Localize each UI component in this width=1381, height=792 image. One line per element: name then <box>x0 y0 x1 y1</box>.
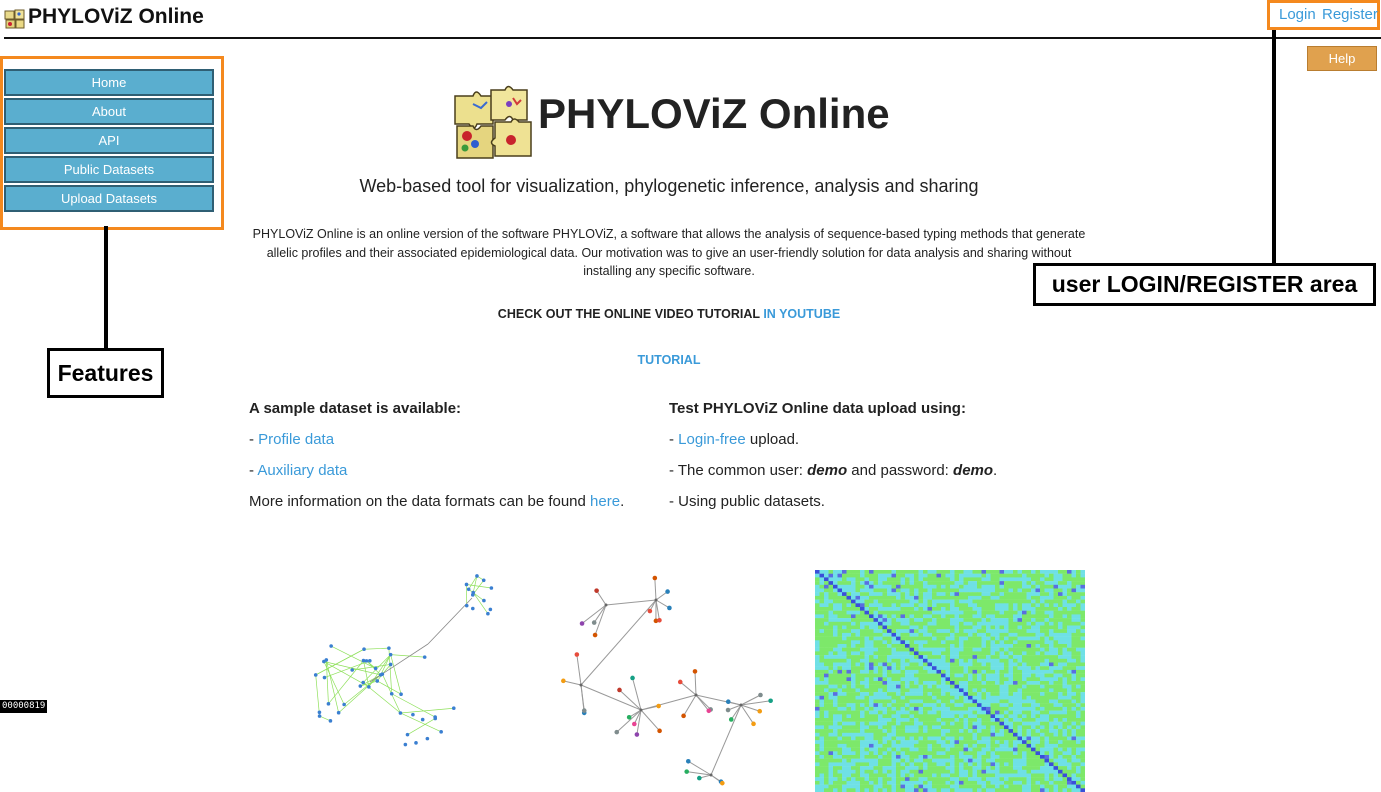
public-datasets-item: - Using public datasets. <box>669 493 825 510</box>
test-upload-heading: Test PHYLOViZ Online data upload using: <box>669 400 966 417</box>
test-upload-section: Test PHYLOViZ Online data upload using: … <box>669 393 1089 517</box>
video-tutorial-line: CHECK OUT THE ONLINE VIDEO TUTORIAL IN Y… <box>246 307 1092 321</box>
features-callout: Features <box>47 348 164 398</box>
profile-data-item: - Profile data <box>249 424 659 455</box>
demo-username: demo <box>807 462 848 479</box>
id-tag: 00000819 <box>0 700 48 713</box>
description: PHYLOViZ Online is an online version of … <box>252 227 1086 278</box>
data-formats-text: More information on the data formats can… <box>249 493 591 510</box>
tutorial-line: TUTORIAL <box>246 353 1092 367</box>
nav-upload-datasets-button[interactable]: Upload Datasets <box>4 185 214 212</box>
main-title: PHYLOViZ Online <box>538 90 890 137</box>
features-callout-line <box>104 226 108 349</box>
data-formats-here-link[interactable]: here <box>590 493 620 510</box>
login-free-link[interactable]: Login-free <box>678 431 746 448</box>
nav-home-button[interactable]: Home <box>4 69 214 96</box>
password-text: and password: <box>847 462 954 479</box>
puzzle-logo-small-icon <box>4 9 25 29</box>
auxiliary-data-item: - Auxiliary data <box>249 455 659 486</box>
network-graph-image <box>313 574 494 747</box>
user-area-callout-line <box>1272 30 1276 264</box>
sample-dataset-section: A sample dataset is available: - Profile… <box>249 393 659 517</box>
puzzle-pieces-logo <box>454 85 532 159</box>
nav-api-button[interactable]: API <box>4 127 214 154</box>
tutorial-link[interactable]: TUTORIAL <box>638 353 701 367</box>
phylogenetic-tree-image <box>561 575 773 786</box>
video-tutorial-text: CHECK OUT THE ONLINE VIDEO TUTORIAL <box>497 307 764 321</box>
register-link[interactable]: Register <box>1322 6 1378 23</box>
nav-public-datasets-button[interactable]: Public Datasets <box>4 156 214 183</box>
data-formats-info: More information on the data formats can… <box>249 486 659 517</box>
list-dash: - <box>249 431 259 448</box>
common-user-text: - The common user: <box>669 462 808 479</box>
sample-dataset-heading: A sample dataset is available: <box>249 400 462 417</box>
login-free-item: - Login-free upload. <box>669 424 1089 455</box>
distance-matrix-image <box>815 570 1085 792</box>
nav-about-button[interactable]: About <box>4 98 214 125</box>
demo-password: demo <box>953 462 994 479</box>
period: . <box>993 462 998 479</box>
login-link[interactable]: Login <box>1279 6 1316 23</box>
header-divider <box>4 37 1381 39</box>
app-title: PHYLOViZ Online <box>28 5 204 28</box>
auxiliary-data-link[interactable]: Auxiliary data <box>257 462 347 479</box>
upload-text: upload. <box>745 431 800 448</box>
tagline: Web-based tool for visualization, phylog… <box>359 176 979 196</box>
list-dash: - <box>669 431 679 448</box>
profile-data-link[interactable]: Profile data <box>258 431 334 448</box>
period: . <box>620 493 625 510</box>
common-user-item: - The common user: demo and password: de… <box>669 455 1089 486</box>
help-button[interactable]: Help <box>1307 46 1377 71</box>
youtube-link[interactable]: IN YOUTUBE <box>763 307 840 321</box>
